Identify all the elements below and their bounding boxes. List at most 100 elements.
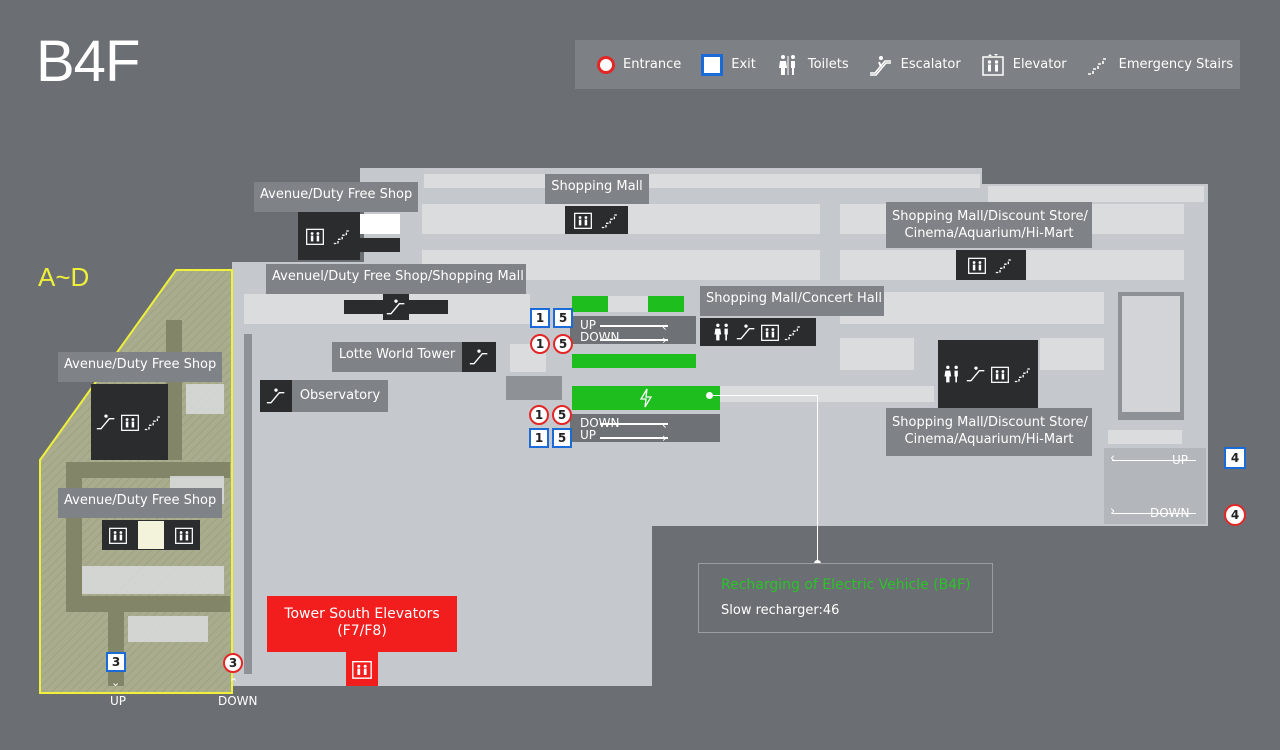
label-discount-top: Shopping Mall/Discount Store/ Cinema/Aqu… — [886, 202, 1092, 248]
parking-row — [128, 616, 208, 642]
exit-marker: 3 — [106, 652, 126, 672]
toilets-icon — [714, 323, 728, 341]
parking-row — [608, 296, 648, 312]
chevron-right-icon: › — [1110, 504, 1116, 519]
label-shopping-mall-concert: Shopping Mall/Concert Hall — [700, 286, 884, 316]
label-avenue-left-1: Avenue/Duty Free Shop — [58, 352, 222, 382]
legend-elevator-label: Elevator — [1012, 57, 1067, 72]
stairs-icon — [1087, 54, 1111, 76]
escalator-icon — [966, 366, 985, 382]
icons-facilities — [938, 340, 1038, 408]
label-shopping-mall-top: Shopping Mall — [545, 174, 649, 204]
escalator-icon-box — [383, 294, 409, 320]
label-discount-bottom: Shopping Mall/Discount Store/ Cinema/Aqu… — [886, 408, 1092, 456]
elevator-icon — [175, 527, 193, 544]
entrance-marker: 5 — [552, 405, 572, 425]
chevron-left-icon: ‹ — [662, 320, 667, 334]
ev-info-title: Recharging of Electric Vehicle (B4F) — [721, 577, 971, 593]
entrance-marker: 3 — [223, 653, 243, 673]
legend-escalator-label: Escalator — [900, 57, 961, 72]
escalator-icon — [736, 324, 755, 340]
escalator-icon — [469, 349, 488, 365]
label-line: (F7/F8) — [337, 623, 387, 639]
exit-icon — [701, 53, 724, 76]
parking-row — [82, 566, 224, 594]
ev-bay — [572, 296, 608, 312]
elevator-icon — [761, 324, 779, 341]
legend-elevator: Elevator — [981, 53, 1067, 76]
label-avenue-duty-free-top: Avenue/Duty Free Shop — [254, 182, 418, 212]
elevator-icon — [352, 660, 372, 679]
elevator-icon — [306, 228, 324, 245]
label-observatory: Observatory — [292, 380, 388, 412]
escalator-icon — [266, 388, 285, 404]
label-avenuel-duty-free-mall: Avenuel/Duty Free Shop/Shopping Mall — [266, 264, 526, 294]
ev-charging-area — [572, 386, 720, 410]
entrance-marker: 4 — [1224, 504, 1246, 526]
chevron-up-icon: ⌃ — [229, 676, 239, 689]
floor-title: B4F — [36, 29, 140, 94]
escalator-icon — [869, 54, 893, 76]
toilets-icon — [776, 54, 800, 76]
chevron-down-icon: ⌄ — [111, 676, 121, 689]
chevron-right-icon: › — [662, 431, 667, 445]
parking-row — [1040, 338, 1104, 370]
label-line: Shopping Mall/Discount Store/ — [892, 415, 1088, 430]
elevator-icon — [573, 212, 592, 229]
escalator-icon — [386, 299, 405, 315]
chevron-right-icon: › — [662, 333, 667, 347]
zone-label: A~D — [38, 262, 90, 292]
label-line: Shopping Mall/Discount Store/ — [892, 209, 1088, 224]
icons-elevator-stairs — [298, 212, 360, 260]
icons-facilities — [700, 318, 816, 346]
parking-row — [840, 338, 914, 370]
legend-stairs-label: Emergency Stairs — [1118, 57, 1234, 72]
exit-marker: 1 — [530, 308, 550, 328]
label-avenue-left-2: Avenue/Duty Free Shop — [58, 488, 222, 518]
stairs-icon — [144, 416, 161, 431]
legend-toilets: Toilets — [776, 54, 849, 76]
escalator-icon — [96, 414, 114, 430]
stairs-icon — [1014, 368, 1032, 383]
legend-exit: Exit — [701, 53, 756, 76]
stairs-icon — [995, 259, 1013, 274]
ramp-up-label: UP — [580, 428, 597, 442]
chevron-left-icon: ‹ — [1110, 451, 1116, 466]
exit-marker: 5 — [552, 428, 572, 448]
chevron-left-icon: ‹ — [662, 418, 667, 432]
legend-escalator: Escalator — [869, 54, 961, 76]
parking-row — [1122, 296, 1180, 412]
ramp-down-label: DOWN — [218, 694, 258, 708]
stairs-icon — [601, 214, 618, 229]
ramp-up-label: UP — [110, 694, 127, 708]
escalator-icon-box — [260, 380, 292, 412]
toilets-icon — [944, 365, 958, 383]
icons-elevator-stairs — [565, 206, 628, 234]
ev-bay — [648, 296, 684, 312]
tower-south-elevators-label: Tower South Elevators (F7/F8) — [267, 596, 457, 652]
parking-row — [1108, 430, 1182, 444]
ramp-down-label: DOWN — [580, 330, 620, 344]
entrance-icon — [597, 55, 615, 74]
label-line: Tower South Elevators — [284, 606, 440, 622]
parking-row — [186, 384, 224, 414]
legend: Entrance Exit Toilets Escalator Elevator… — [575, 40, 1240, 89]
legend-toilets-label: Toilets — [807, 57, 849, 72]
callout-dot — [706, 392, 713, 399]
tower-south-elevator-icon-box — [346, 652, 378, 686]
icons-elevator-stairs — [956, 250, 1026, 280]
escalator-icon-box — [462, 342, 496, 372]
legend-stairs: Emergency Stairs — [1087, 54, 1234, 76]
parking-row — [720, 386, 934, 402]
entrance-marker: 1 — [530, 334, 550, 354]
entrance-marker: 1 — [529, 405, 549, 425]
elevator-icon — [968, 257, 986, 274]
parking-row — [424, 174, 980, 188]
elevator-icon — [120, 414, 139, 431]
ev-bay — [572, 354, 696, 368]
label-line: Cinema/Aquarium/Hi-Mart — [904, 432, 1074, 447]
elevator-icon — [109, 527, 127, 544]
elevator-icon — [981, 53, 1005, 76]
entrance-marker: 5 — [553, 334, 573, 354]
stairs-icon — [333, 230, 351, 245]
